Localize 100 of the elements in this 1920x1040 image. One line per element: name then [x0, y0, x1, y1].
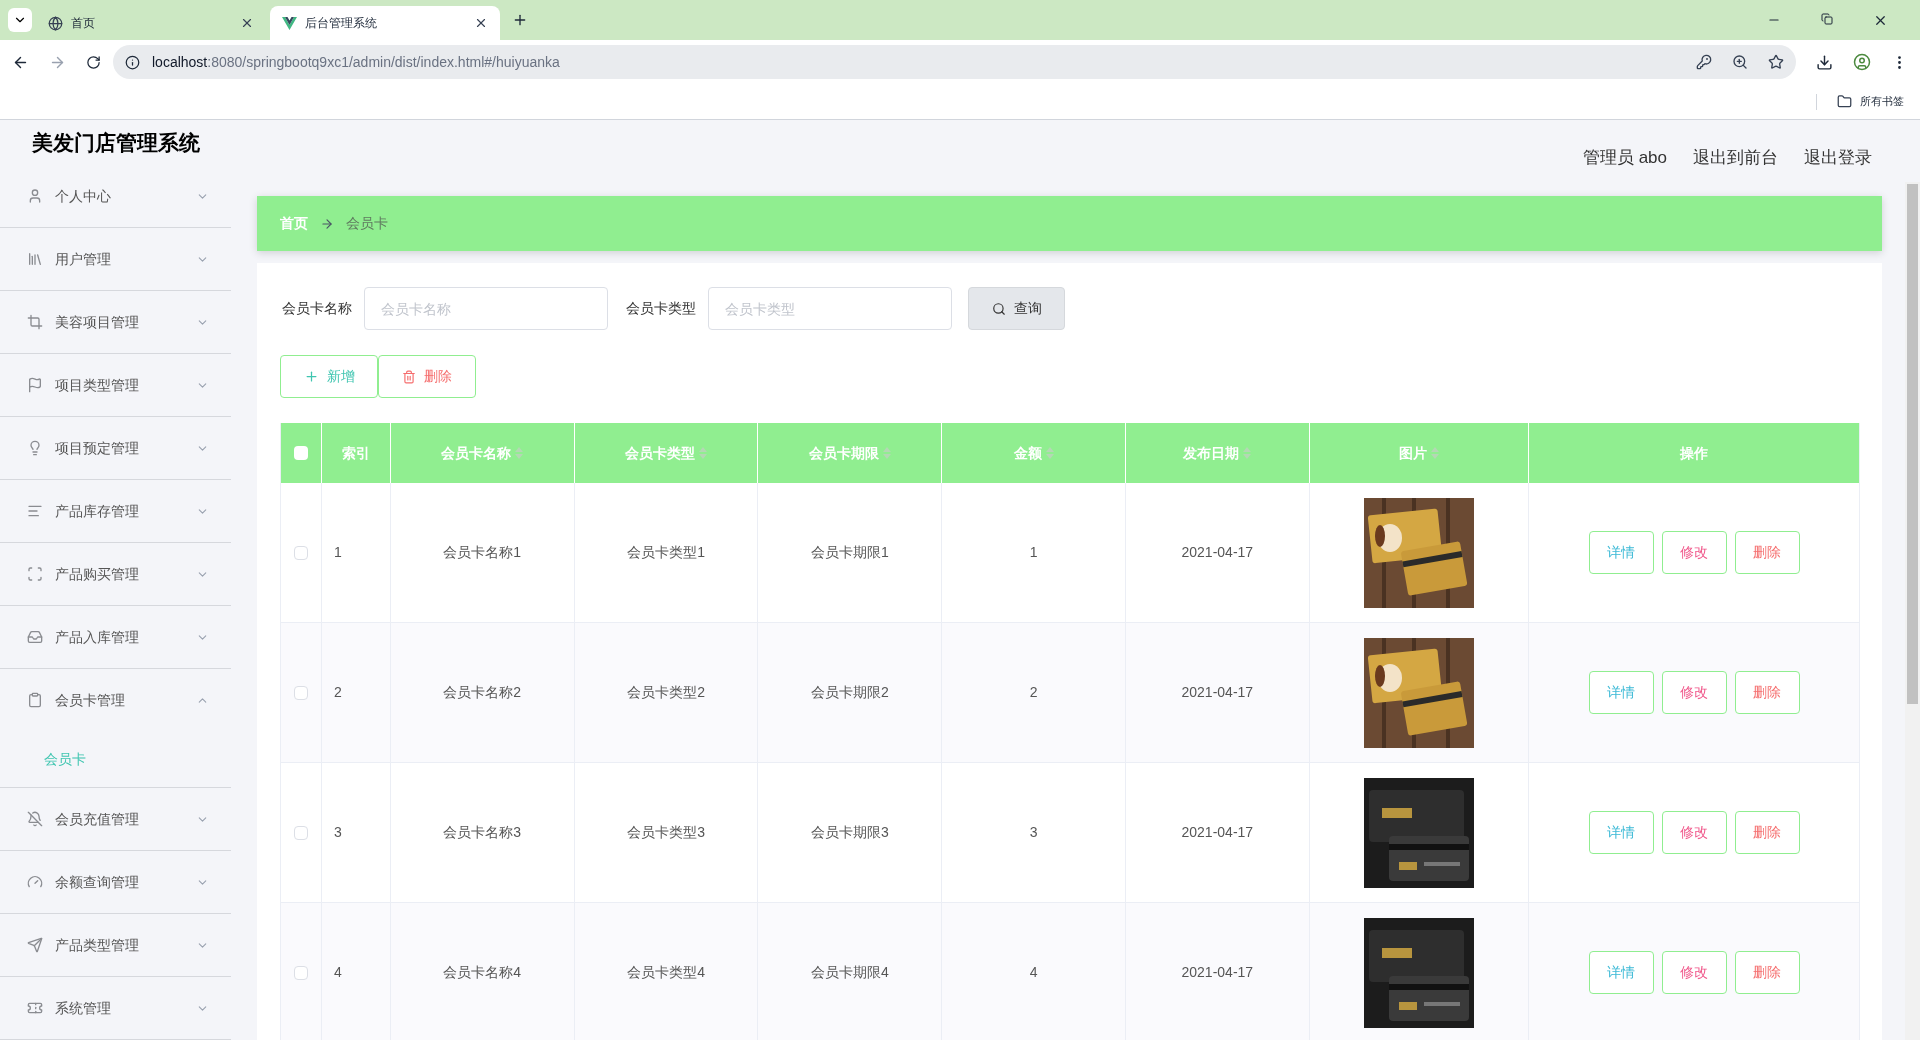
details-button[interactable]: 详情 — [1588, 671, 1654, 714]
column-header: 发布日期 — [1183, 443, 1240, 463]
checkbox[interactable] — [293, 545, 308, 560]
info-icon — [125, 54, 140, 70]
sidebar-item[interactable]: 产品购买管理 — [0, 543, 231, 605]
tab-title: 后台管理系统 — [305, 15, 378, 32]
list-icon — [27, 503, 43, 519]
table-cell-text: 会员卡期限2 — [810, 683, 889, 702]
download-icon[interactable] — [1816, 53, 1833, 71]
flag-icon — [27, 377, 43, 393]
table-cell-text: 2021-04-17 — [1181, 543, 1254, 562]
checkbox[interactable] — [293, 685, 308, 700]
table-cell-text: 会员卡类型3 — [627, 823, 705, 842]
sidebar-item[interactable]: 产品入库管理 — [0, 606, 231, 668]
table-cell-text: 4 — [1029, 963, 1038, 982]
sidebar-item[interactable]: 产品库存管理 — [0, 480, 231, 542]
sidebar-item[interactable]: 项目类型管理 — [0, 354, 231, 416]
table-cell-text: 1 — [333, 543, 342, 562]
details-button[interactable]: 详情 — [1588, 531, 1654, 574]
column-header: 金额 — [1013, 443, 1042, 463]
browser-tab[interactable]: 首页 — [36, 6, 266, 40]
new-tab-icon[interactable] — [512, 12, 528, 28]
table-cell-text: 会员卡类型4 — [627, 963, 705, 982]
address-bar[interactable]: localhost:8080/springbootq9xc1/admin/dist/index.html#/huiyuanka — [113, 45, 1796, 79]
table-cell-text: 2021-04-17 — [1181, 963, 1254, 982]
sidebar-item[interactable]: 项目预定管理 — [0, 417, 231, 479]
column-header: 图片 — [1399, 443, 1428, 463]
details-button[interactable]: 详情 — [1588, 951, 1654, 994]
gauge-icon — [27, 874, 43, 890]
edit-button[interactable]: 修改 — [1661, 671, 1727, 714]
add-button[interactable]: 新增 — [280, 355, 378, 398]
bookmarks-label[interactable]: 所有书签 — [1860, 93, 1904, 110]
paper-plane-icon — [27, 937, 43, 953]
sidebar-item[interactable]: 会员充值管理 — [0, 788, 231, 850]
details-button[interactable]: 详情 — [1588, 811, 1654, 854]
close-icon[interactable] — [240, 16, 254, 30]
checkbox[interactable] — [293, 446, 308, 460]
delete-button[interactable]: 删除 — [1734, 531, 1800, 574]
header-link[interactable]: 退出登录 — [1804, 145, 1872, 171]
scrollbar-thumb[interactable] — [1907, 184, 1918, 704]
column-header: 会员卡名称 — [441, 443, 512, 463]
delete-button[interactable]: 删除 — [1734, 951, 1800, 994]
zoom-icon[interactable] — [1732, 54, 1748, 70]
sidebar-item[interactable]: 系统管理 — [0, 977, 231, 1039]
folder-icon[interactable] — [1837, 94, 1852, 109]
table-cell-text: 1 — [1029, 543, 1038, 562]
sidebar-item[interactable]: 会员卡管理 — [0, 669, 231, 731]
books-icon — [27, 251, 43, 267]
browser-tab[interactable]: 后台管理系统 — [270, 6, 500, 40]
sidebar-item[interactable]: 个人中心 — [0, 165, 231, 227]
table-cell-text: 2021-04-17 — [1181, 683, 1254, 702]
restore-icon[interactable] — [1821, 12, 1833, 25]
table-cell-text: 会员卡名称3 — [443, 823, 522, 842]
column-header: 索引 — [341, 443, 370, 463]
delete-button[interactable]: 删除 — [378, 355, 476, 398]
close-icon[interactable] — [474, 16, 488, 30]
edit-button[interactable]: 修改 — [1661, 951, 1727, 994]
bell-off-icon — [27, 811, 43, 827]
search-field[interactable]: 会员卡类型 — [708, 287, 952, 330]
key-icon[interactable] — [1696, 54, 1712, 70]
sidebar-item[interactable]: 余额查询管理 — [0, 851, 231, 913]
search-icon — [991, 301, 1006, 316]
header-link[interactable]: 退出到前台 — [1693, 145, 1778, 171]
edit-button[interactable]: 修改 — [1661, 811, 1727, 854]
table-cell-text: 会员卡期限1 — [810, 543, 889, 562]
column-header: 会员卡期限 — [808, 443, 879, 463]
search-field[interactable]: 会员卡名称 — [364, 287, 608, 330]
lightbulb-icon — [27, 440, 43, 456]
table-cell-text: 会员卡期限4 — [810, 963, 889, 982]
table-cell-text: 2 — [333, 683, 342, 702]
app-title: 美发门店管理系统 — [31, 129, 200, 156]
reload-icon[interactable] — [86, 54, 101, 70]
crop-icon — [27, 314, 43, 330]
search-button[interactable]: 查询 — [968, 287, 1065, 330]
tray-icon — [27, 629, 43, 645]
vue-logo-icon — [282, 16, 297, 30]
profile-icon[interactable] — [1853, 53, 1871, 71]
delete-button[interactable]: 删除 — [1734, 671, 1800, 714]
star-icon[interactable] — [1768, 54, 1784, 70]
header-link[interactable]: 管理员 abo — [1582, 145, 1667, 171]
field-label: 会员卡类型 — [626, 299, 696, 318]
sidebar-item[interactable]: 美容项目管理 — [0, 291, 231, 353]
edit-button[interactable]: 修改 — [1661, 531, 1727, 574]
column-header: 操作 — [1680, 443, 1709, 463]
column-header: 会员卡类型 — [625, 443, 695, 463]
tab-search-button[interactable] — [8, 8, 32, 32]
checkbox[interactable] — [293, 965, 308, 980]
sidebar-subitem[interactable]: 会员卡 — [0, 731, 231, 787]
table-cell-text: 4 — [333, 963, 342, 982]
checkbox[interactable] — [293, 825, 308, 840]
ticket-icon — [27, 1000, 43, 1016]
table-cell-text: 会员卡名称4 — [443, 963, 522, 982]
table-cell-text: 会员卡类型1 — [627, 543, 705, 562]
delete-button[interactable]: 删除 — [1734, 811, 1800, 854]
sidebar-item[interactable]: 用户管理 — [0, 228, 231, 290]
person-icon — [27, 188, 43, 204]
sidebar-item[interactable]: 产品类型管理 — [0, 914, 231, 976]
trash-icon — [402, 369, 416, 384]
clipboard-icon — [27, 692, 43, 708]
scrollbar[interactable] — [1905, 182, 1920, 1040]
